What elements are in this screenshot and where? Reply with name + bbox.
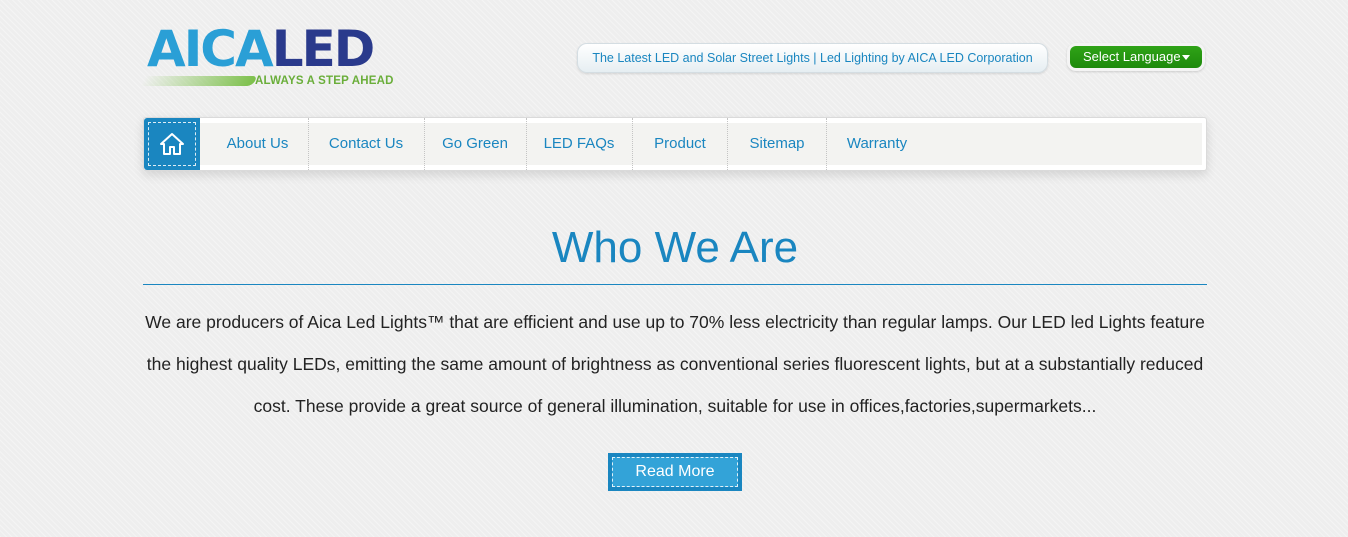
language-select[interactable]: Select Language [1067,43,1205,71]
about-paragraph: We are producers of Aica Led Lights™ tha… [145,312,1205,416]
language-select-button[interactable]: Select Language [1070,46,1202,68]
nav-home-button[interactable] [144,118,200,170]
main-nav: About Us Contact Us Go Green LED FAQs Pr… [143,117,1207,171]
nav-item-about-us[interactable]: About Us [210,118,305,170]
logo-tagline: ALWAYS A STEP AHEAD [255,75,394,87]
logo-text-led: LED [271,20,376,78]
site-logo[interactable]: AICALED ALWAYS A STEP AHEAD [140,20,405,92]
nav-item-warranty[interactable]: Warranty [827,118,927,170]
chevron-down-icon [1182,55,1190,60]
section-title: Who We Are [551,223,799,272]
language-select-label: Select Language [1083,49,1181,64]
title-divider [143,284,1207,285]
site-tagline: The Latest LED and Solar Street Lights |… [577,43,1048,73]
nav-item-contact-us[interactable]: Contact Us [309,118,423,170]
logo-text-aica: AICA [147,20,274,78]
nav-item-product[interactable]: Product [633,118,727,170]
read-more-button[interactable]: Read More [608,453,742,491]
home-icon [160,133,184,155]
read-more-label: Read More [635,463,715,480]
logo-swoosh [140,76,258,86]
nav-item-sitemap[interactable]: Sitemap [728,118,826,170]
nav-item-go-green[interactable]: Go Green [425,118,525,170]
nav-item-led-faqs[interactable]: LED FAQs [527,118,631,170]
logo-wordmark: AICALED [147,20,376,78]
